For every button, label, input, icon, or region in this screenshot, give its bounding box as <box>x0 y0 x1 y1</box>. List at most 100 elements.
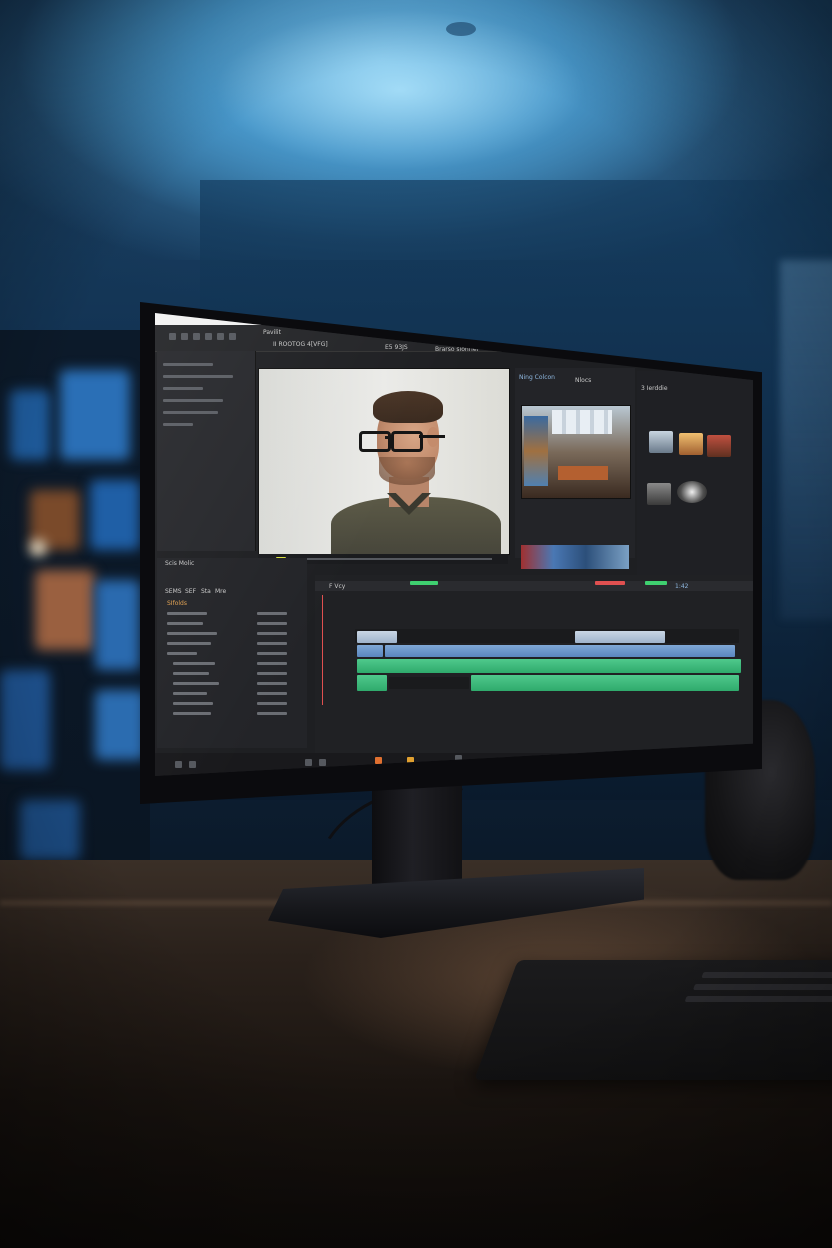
bin-item[interactable] <box>257 692 287 695</box>
tab-label[interactable]: Nlocs <box>575 377 591 384</box>
bin-item[interactable] <box>173 712 211 715</box>
thumb-ceiling <box>552 410 612 434</box>
bin-tab[interactable]: SEF <box>185 588 196 595</box>
person-beard <box>379 457 435 485</box>
bin-item[interactable] <box>257 702 287 705</box>
tool-icon[interactable] <box>181 333 188 340</box>
bin-item[interactable] <box>173 662 215 665</box>
panel-item[interactable] <box>163 399 223 402</box>
marker[interactable] <box>645 581 667 585</box>
marker[interactable] <box>595 581 625 585</box>
bin-item[interactable] <box>167 622 203 625</box>
bin-item[interactable] <box>173 702 213 705</box>
book <box>10 390 50 460</box>
timeline-clip[interactable] <box>357 675 387 691</box>
bin-title: SIfolds <box>167 600 187 607</box>
book <box>60 370 130 460</box>
book <box>95 580 140 670</box>
thumb-desk <box>558 466 608 480</box>
key-row <box>692 984 832 990</box>
effect-thumbnail[interactable] <box>679 433 703 455</box>
source-clip-thumbnail[interactable] <box>521 405 631 499</box>
tool-icon[interactable] <box>193 333 200 340</box>
key-row <box>684 996 832 1002</box>
toolbar-text: E5 93JS <box>385 344 408 351</box>
timecode: 1:42 <box>675 583 689 590</box>
tool-icon[interactable] <box>169 333 176 340</box>
status-icon[interactable] <box>175 761 182 768</box>
bin-tab[interactable]: SEMS <box>165 588 182 595</box>
bin-item[interactable] <box>173 672 209 675</box>
project-panel <box>157 351 256 551</box>
bin-item[interactable] <box>257 632 287 635</box>
timeline-clip[interactable] <box>575 631 665 643</box>
playhead[interactable] <box>322 595 323 705</box>
panel-item[interactable] <box>163 411 218 414</box>
bin-item[interactable] <box>167 652 197 655</box>
marker[interactable] <box>410 581 438 585</box>
glasses <box>359 431 445 452</box>
background-window <box>780 260 832 620</box>
thumb-wall-art <box>524 416 548 486</box>
timeline-clip[interactable] <box>471 675 739 691</box>
tool-icon[interactable] <box>217 333 224 340</box>
tool-icon[interactable] <box>205 333 212 340</box>
panel-label: 3 Ierddie <box>641 385 668 392</box>
bin-item[interactable] <box>257 662 287 665</box>
ceiling-light <box>446 22 476 36</box>
status-icon[interactable] <box>375 757 382 764</box>
effect-thumbnail[interactable] <box>677 481 707 503</box>
bin-item[interactable] <box>167 632 217 635</box>
panel-item[interactable] <box>163 363 213 366</box>
effects-panel: 3 Ierddie <box>637 371 753 581</box>
book <box>95 690 145 760</box>
bin-item[interactable] <box>257 712 287 715</box>
glasses-temple <box>419 435 445 438</box>
bin-item[interactable] <box>257 682 287 685</box>
photo-scene: Pavilit II ROOTOG 4[VFG] E5 93JS Brarso … <box>0 0 832 1248</box>
effect-thumbnail[interactable] <box>647 483 671 505</box>
timeline-track[interactable] <box>355 629 739 643</box>
panel-item[interactable] <box>163 387 203 390</box>
bookshelf <box>0 330 150 930</box>
tab-label[interactable]: Ning Colcon <box>519 374 555 381</box>
bin-item[interactable] <box>173 692 207 695</box>
status-icon[interactable] <box>319 759 326 766</box>
effect-thumbnail[interactable] <box>649 431 673 453</box>
timeline-clip[interactable] <box>357 645 383 657</box>
bin-tab[interactable]: Sta <box>201 588 211 595</box>
clip-thumbnail-strip[interactable] <box>521 545 629 569</box>
app-title: Pavilit <box>263 329 281 336</box>
book <box>20 800 80 860</box>
scrub-track[interactable] <box>292 558 492 560</box>
timeline-clip[interactable] <box>385 645 735 657</box>
video-editor-ui: Pavilit II ROOTOG 4[VFG] E5 93JS Brarso … <box>155 313 753 776</box>
bin-item[interactable] <box>257 652 287 655</box>
key-row <box>701 972 832 978</box>
effect-thumbnail[interactable] <box>707 435 731 457</box>
book <box>0 670 50 770</box>
bin-item[interactable] <box>257 672 287 675</box>
timeline-clip[interactable] <box>357 659 741 673</box>
video-preview[interactable] <box>258 368 510 557</box>
bin-header: Scis Molic <box>165 560 195 567</box>
status-icon[interactable] <box>305 759 312 766</box>
monitor-screen: Pavilit II ROOTOG 4[VFG] E5 93JS Brarso … <box>155 313 753 776</box>
timeline-label: F Vcy <box>329 583 346 590</box>
bin-tab[interactable]: Mre <box>215 588 226 595</box>
book <box>30 540 46 556</box>
tool-icon[interactable] <box>229 333 236 340</box>
status-icon[interactable] <box>189 761 196 768</box>
bin-item[interactable] <box>257 642 287 645</box>
bin-item[interactable] <box>167 642 211 645</box>
panel-item[interactable] <box>163 375 233 378</box>
bin-item[interactable] <box>167 612 207 615</box>
timeline-ruler[interactable]: F Vcy 1:42 <box>315 581 753 591</box>
timeline-clip[interactable] <box>389 677 469 689</box>
panel-item[interactable] <box>163 423 193 426</box>
bin-item[interactable] <box>257 622 287 625</box>
bin-item[interactable] <box>257 612 287 615</box>
bin-item[interactable] <box>173 682 219 685</box>
timeline-clip[interactable] <box>357 631 397 643</box>
toolbar-text: II ROOTOG 4[VFG] <box>273 341 328 348</box>
